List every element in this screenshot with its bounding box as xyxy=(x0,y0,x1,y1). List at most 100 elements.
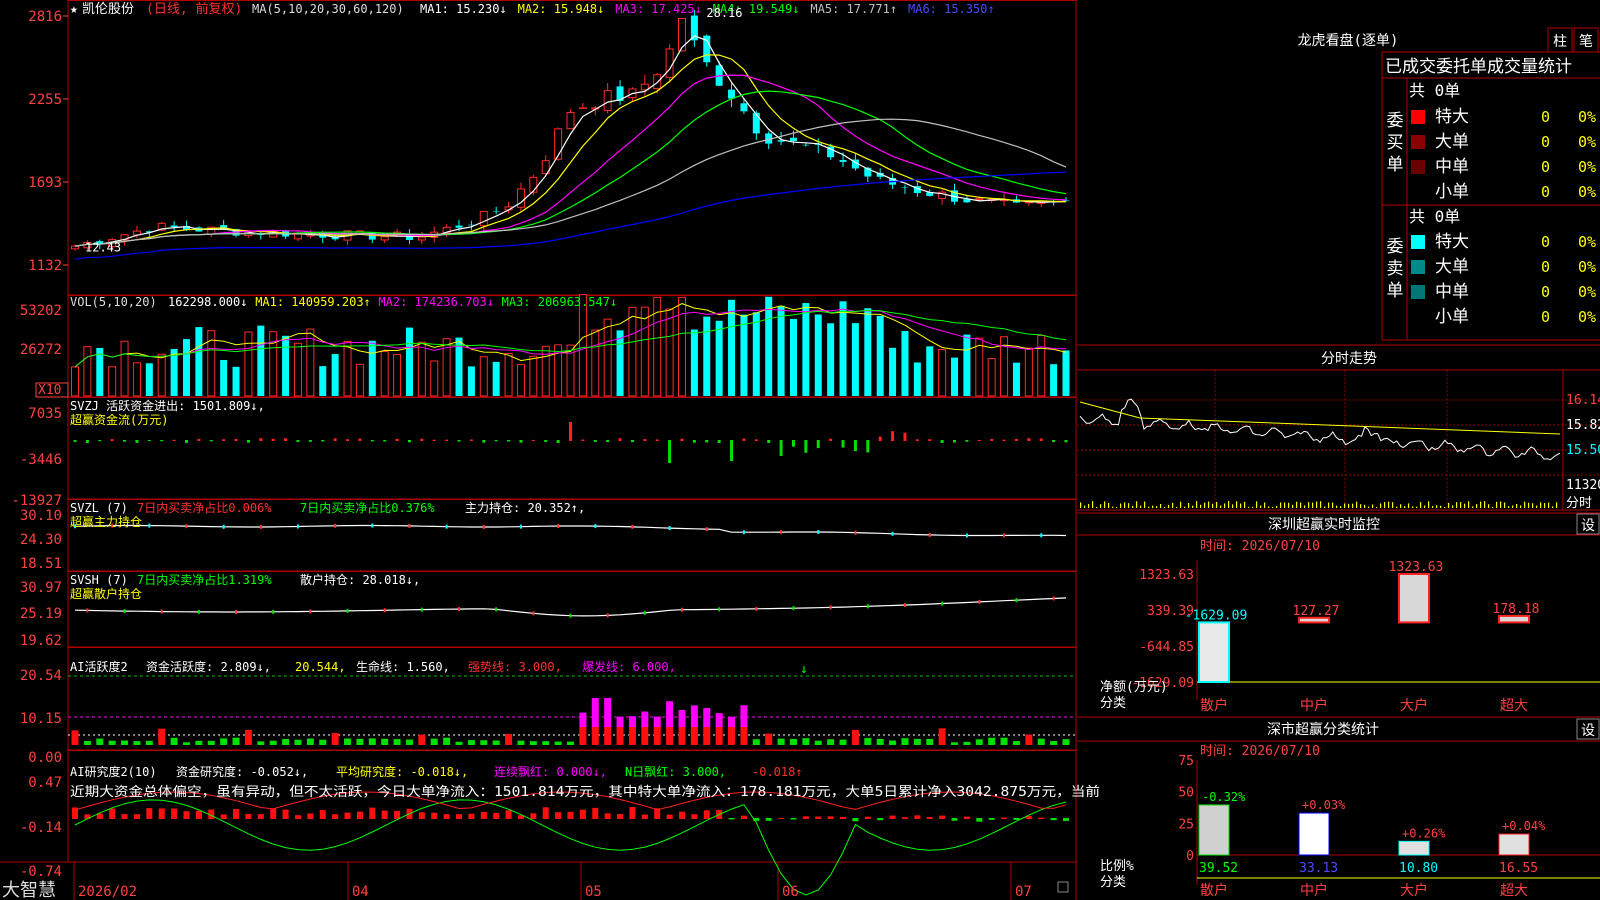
research-bar xyxy=(629,807,636,819)
svsh-dot xyxy=(941,601,944,606)
intraday-volume-bar xyxy=(1180,501,1182,508)
svzl-dot xyxy=(1003,533,1006,538)
sell-row-count: 0 xyxy=(1541,233,1550,251)
research-bar xyxy=(802,816,809,819)
flow-bar xyxy=(730,440,734,461)
class-y-tick: 50 xyxy=(1178,786,1194,801)
ai-active-y-tick: 10.15 xyxy=(20,711,62,727)
flow-bar xyxy=(1002,439,1006,441)
buy-row-count: 0 xyxy=(1541,183,1550,201)
active-bar xyxy=(765,733,773,745)
research-bar xyxy=(963,816,970,819)
realtime-ylabel2: 分类 xyxy=(1100,696,1126,711)
flow-bar xyxy=(717,440,721,443)
flow-bar xyxy=(853,440,857,452)
intraday-volume-bar xyxy=(1140,505,1142,508)
research-bar xyxy=(1050,818,1057,821)
intraday-volume-bar xyxy=(1524,501,1526,508)
flow-bar xyxy=(915,439,919,441)
active-bar xyxy=(975,739,983,745)
intraday-volume-bar xyxy=(1288,502,1290,508)
volume-bar xyxy=(827,323,835,396)
svzl-dot xyxy=(334,523,337,528)
flow-bar xyxy=(160,440,164,442)
flow-bar xyxy=(705,440,709,443)
volume-bar xyxy=(591,329,600,397)
ma-value-6: MA6: 15.350↑ xyxy=(908,2,995,16)
flow-bar xyxy=(271,438,275,441)
volume-bar xyxy=(343,340,352,397)
active-bar xyxy=(653,727,661,745)
volume-bar xyxy=(616,330,624,396)
research-bar xyxy=(171,808,178,819)
volume-bar xyxy=(975,337,984,397)
flow-bar xyxy=(866,440,870,453)
volume-bar xyxy=(851,323,859,396)
sell-row-label: 中单 xyxy=(1435,282,1469,302)
flow-bar xyxy=(965,440,969,442)
intraday-volume-bar xyxy=(1264,502,1266,508)
active-bar xyxy=(616,716,624,727)
class-value-label: 10.80 xyxy=(1399,861,1438,876)
realtime-time: 时间: 2026/07/10 xyxy=(1200,539,1320,554)
intraday-volume-bar xyxy=(1332,502,1334,508)
active-bar xyxy=(876,738,884,745)
research-bar xyxy=(282,809,289,819)
intraday-volume-bar xyxy=(1304,505,1306,508)
time-axis-label: 07 xyxy=(1015,884,1032,900)
ai-active-y-tick: 0.00 xyxy=(28,750,62,766)
volume-bar xyxy=(789,318,797,396)
volume-bar xyxy=(777,305,785,396)
flow-bar xyxy=(618,438,622,441)
active-bar xyxy=(963,741,971,745)
research-bar xyxy=(778,817,785,819)
flow-bar xyxy=(1064,440,1068,443)
buy-row-label: 大单 xyxy=(1435,132,1469,152)
active-bar xyxy=(703,727,711,745)
active-bar xyxy=(839,739,847,745)
intraday-volume-bar xyxy=(1296,501,1298,508)
active-bar xyxy=(728,727,736,745)
research-bar xyxy=(889,815,896,819)
intraday-volume-bar xyxy=(1516,503,1518,508)
realtime-value-label: -1629.09 xyxy=(1185,608,1248,623)
flow-bar xyxy=(110,439,114,441)
candle-body xyxy=(677,18,686,52)
intraday-volume-bar xyxy=(1316,501,1318,508)
volume-bar xyxy=(145,363,153,396)
buy-total: 共 0单 xyxy=(1409,81,1460,100)
flow-bar xyxy=(197,438,201,441)
intraday-volume-bar xyxy=(1508,506,1510,508)
intraday-volume-bar xyxy=(1320,501,1322,508)
ai-active-title: AI活跃度2 xyxy=(70,659,128,674)
sell-row-label: 小单 xyxy=(1435,307,1469,327)
buy-row-count: 0 xyxy=(1541,133,1550,151)
svzl-dot xyxy=(185,524,188,529)
volume-bar xyxy=(430,360,439,397)
flow-bar xyxy=(445,439,449,441)
intraday-volume-bar xyxy=(1368,506,1370,508)
svzl-dot xyxy=(371,523,374,528)
stock-chart-canvas: ★ 凯伦股份 (日线, 前复权) MA(5,10,20,30,60,120) MA1: … xyxy=(0,0,1600,900)
svzl-dot xyxy=(594,524,597,529)
svzl-dot xyxy=(705,527,708,532)
sell-row-pct: 0% xyxy=(1578,233,1596,251)
svsh-dot xyxy=(309,609,312,614)
intraday-volume-bar xyxy=(1404,506,1406,508)
research-bar xyxy=(926,817,933,819)
research-bar xyxy=(815,816,822,819)
class-pct-label: +0.04% xyxy=(1502,819,1546,833)
active-bar xyxy=(1000,737,1008,745)
active-bar xyxy=(641,711,649,727)
intraday-volume-bar xyxy=(1384,502,1386,508)
active-bar xyxy=(901,738,909,745)
volume-bar xyxy=(926,346,934,396)
flow-bar xyxy=(395,438,399,441)
active-bar xyxy=(133,741,141,745)
candle-body xyxy=(529,176,538,193)
flow-bar xyxy=(184,440,188,443)
research-bar xyxy=(294,815,301,819)
research-bar xyxy=(703,810,710,819)
buy-row-pct: 0% xyxy=(1578,108,1596,126)
volume-bar xyxy=(578,294,587,397)
